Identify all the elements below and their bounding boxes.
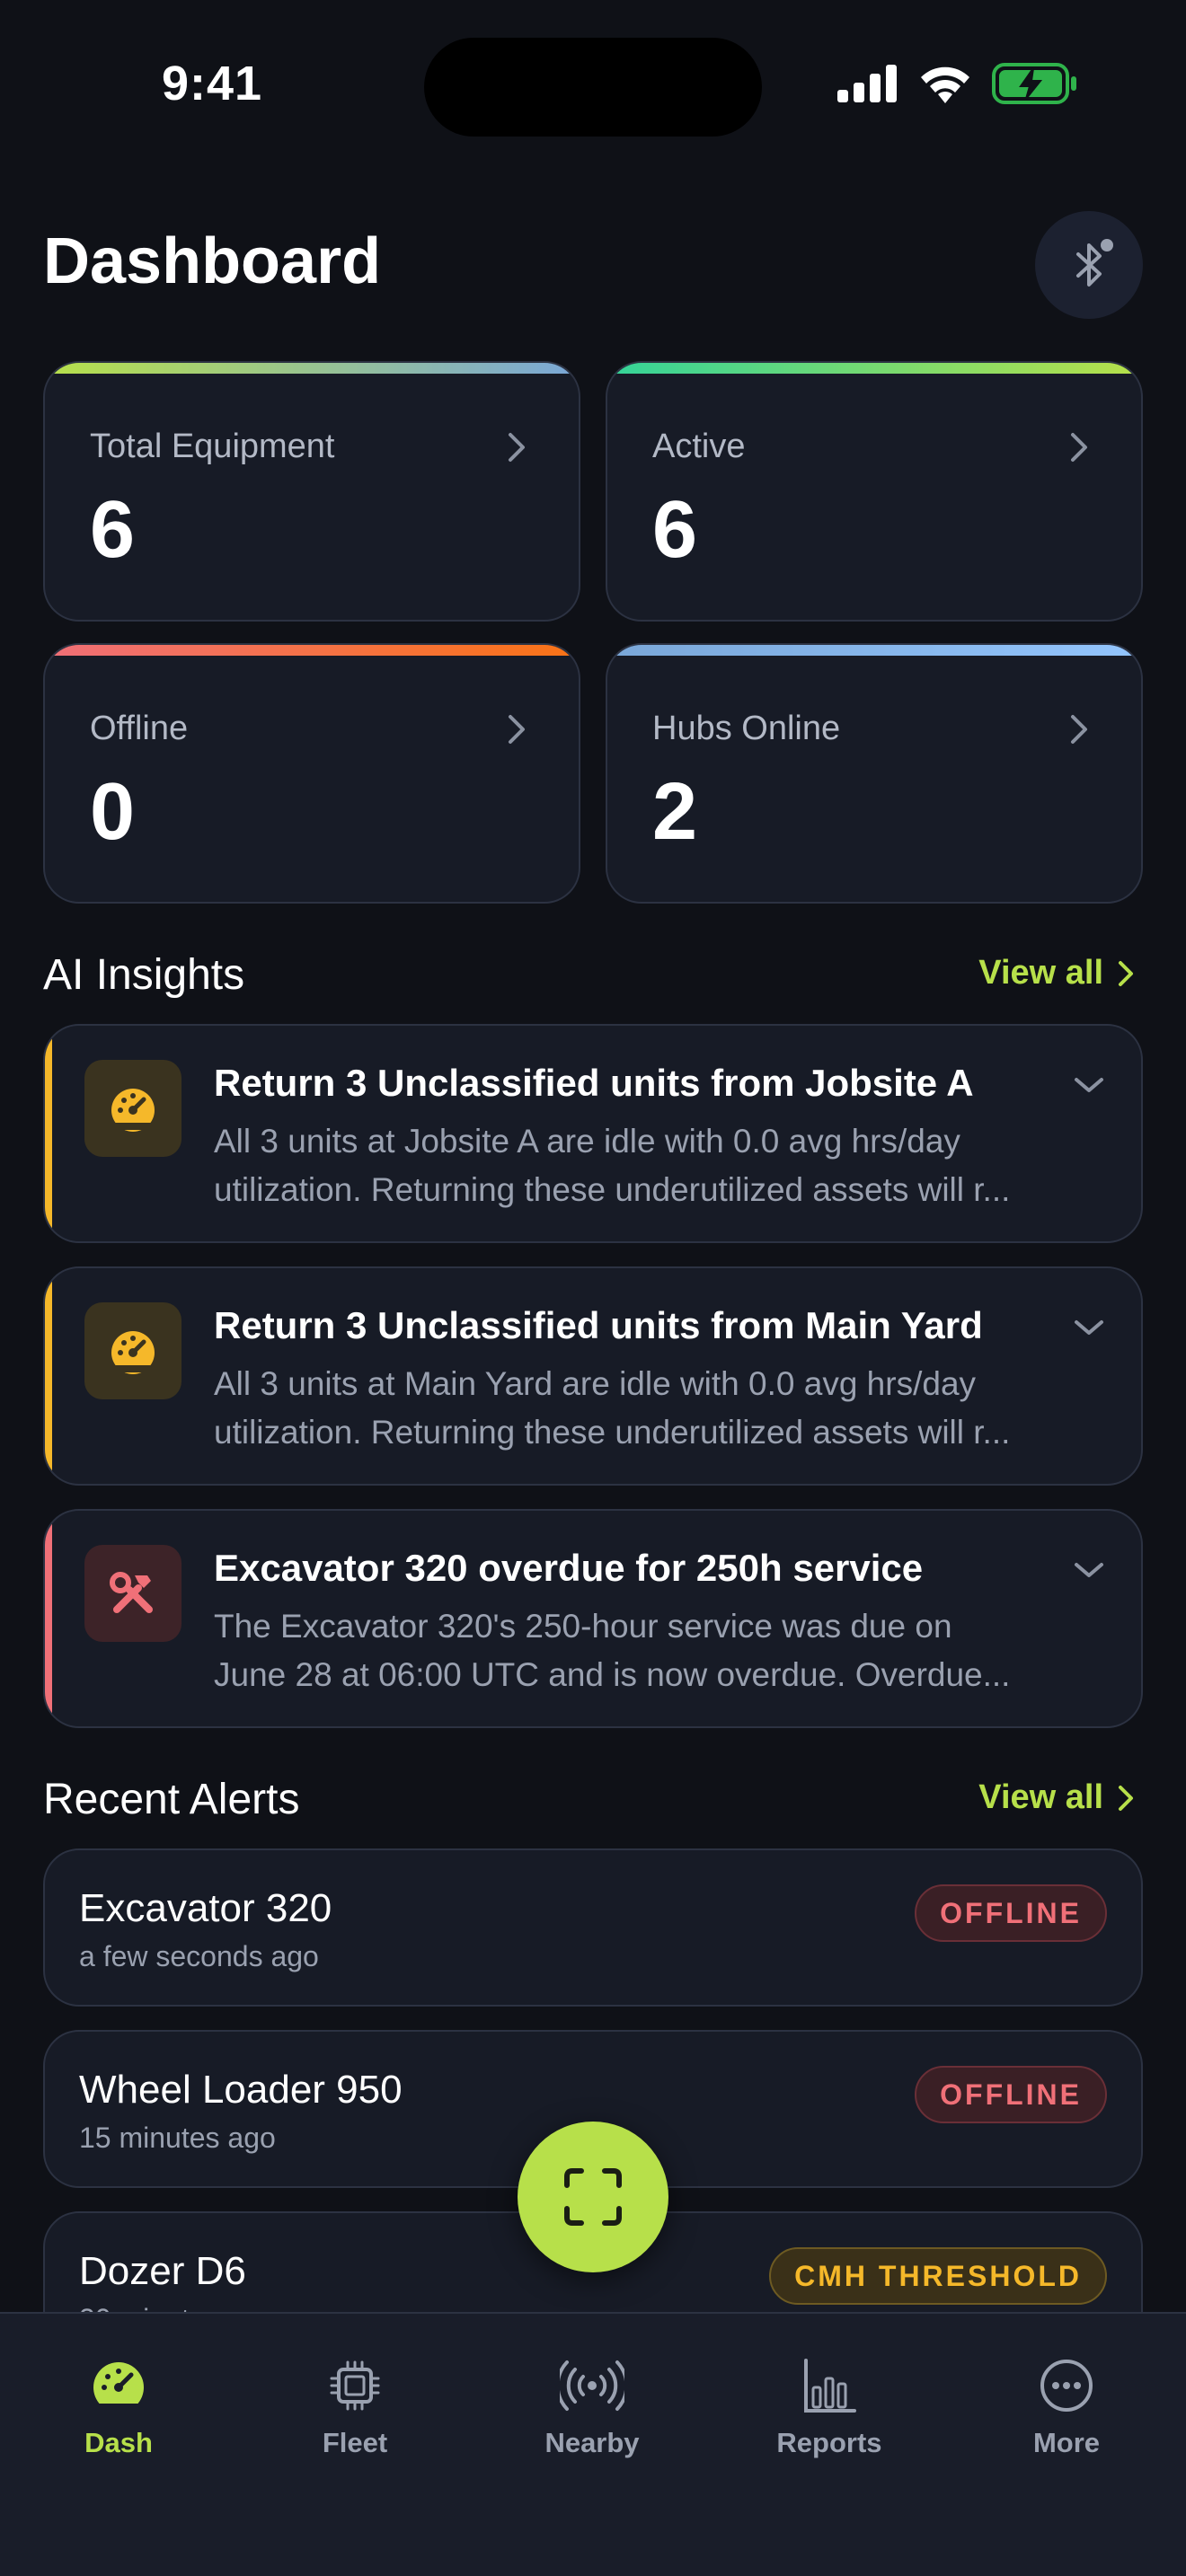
insight-title: Return 3 Unclassified units from Jobsite… <box>214 1062 974 1104</box>
insights-view-all-link[interactable]: View all <box>978 954 1136 992</box>
alert-equipment-name: Dozer D6 <box>79 2249 246 2293</box>
tab-label: Reports <box>776 2427 882 2458</box>
signal-icon <box>837 65 897 102</box>
recent-alerts-title: Recent Alerts <box>43 1776 300 1823</box>
alert-time: 15 minutes ago <box>79 2122 276 2154</box>
ai-insights-title: AI Insights <box>43 951 245 999</box>
dynamic-island <box>424 38 762 137</box>
insight-description-line: All 3 units at Jobsite A are idle with 0… <box>214 1123 960 1160</box>
insight-card[interactable]: Return 3 Unclassified units from Main Ya… <box>43 1266 1143 1486</box>
gauge-icon <box>111 1089 155 1132</box>
stat-value: 6 <box>90 485 136 575</box>
status-badge: OFFLINE <box>915 1884 1107 1942</box>
insight-description-line: utilization. Returning these underutiliz… <box>214 1171 1011 1208</box>
insight-description-line: June 28 at 06:00 UTC and is now overdue.… <box>214 1656 1011 1693</box>
battery-charging-icon <box>992 63 1076 104</box>
tab-dash[interactable]: Dash <box>29 2357 208 2459</box>
insight-title: Excavator 320 overdue for 250h service <box>214 1547 924 1589</box>
chevron-right-icon <box>509 715 525 744</box>
insight-description-line: utilization. Returning these underutiliz… <box>214 1414 1011 1451</box>
tab-label: More <box>1032 2427 1101 2458</box>
tab-fleet[interactable]: Fleet <box>265 2357 445 2459</box>
chevron-right-icon <box>1071 433 1087 462</box>
insight-description-line: All 3 units at Main Yard are idle with 0… <box>214 1365 977 1402</box>
status-badge: OFFLINE <box>915 2066 1107 2123</box>
stat-label: Active <box>652 428 746 465</box>
stat-card-accent-bar <box>607 363 1141 374</box>
scan-button[interactable] <box>518 2122 668 2272</box>
view-all-label: View all <box>978 1778 1103 1816</box>
insight-description-line: The Excavator 320's 250-hour service was… <box>214 1608 952 1645</box>
stat-value: 0 <box>90 767 136 857</box>
stat-card-total-equipment[interactable]: Total Equipment 6 <box>43 361 580 622</box>
chip-icon <box>330 2360 380 2411</box>
insight-title: Return 3 Unclassified units from Main Ya… <box>214 1304 983 1346</box>
chevron-right-icon <box>509 433 525 462</box>
stat-card-offline[interactable]: Offline 0 <box>43 643 580 904</box>
stat-label: Hubs Online <box>652 710 841 747</box>
tab-bar: Dash Fleet Nearby Reports More <box>0 2312 1186 2576</box>
view-all-label: View all <box>978 954 1103 992</box>
gauge-icon <box>111 1331 155 1374</box>
bar-chart-icon <box>804 2359 856 2413</box>
chevron-right-icon <box>1119 1785 1133 1811</box>
insight-description: All 3 units at Jobsite A are idle with 0… <box>214 1117 1112 1214</box>
tab-label: Fleet <box>322 2427 388 2458</box>
tab-more[interactable]: More <box>977 2357 1156 2459</box>
insight-description: All 3 units at Main Yard are idle with 0… <box>214 1360 1112 1457</box>
tab-reports[interactable]: Reports <box>739 2357 919 2459</box>
alerts-view-all-link[interactable]: View all <box>978 1778 1136 1817</box>
stat-card-accent-bar <box>45 363 579 374</box>
broadcast-icon <box>560 2360 624 2411</box>
insight-accent <box>45 1511 52 1726</box>
insight-description: The Excavator 320's 250-hour service was… <box>214 1602 1112 1699</box>
stat-value: 2 <box>652 767 698 857</box>
stat-value: 6 <box>652 485 698 575</box>
chevron-down-icon[interactable] <box>1073 1074 1105 1096</box>
more-icon <box>1040 2360 1093 2412</box>
chevron-right-icon <box>1119 960 1133 986</box>
stat-card-active[interactable]: Active 6 <box>606 361 1143 622</box>
bluetooth-icon <box>1076 239 1113 287</box>
stat-card-accent-bar <box>607 645 1141 656</box>
chevron-down-icon[interactable] <box>1073 1317 1105 1338</box>
wifi-icon <box>921 66 969 103</box>
scan-icon <box>564 2168 622 2226</box>
status-icons <box>837 63 1078 104</box>
insight-icon-box <box>84 1545 181 1642</box>
alert-time: a few seconds ago <box>79 1940 319 1972</box>
insight-icon-box <box>84 1302 181 1399</box>
status-time: 9:41 <box>162 57 263 110</box>
stat-card-accent-bar <box>45 645 579 656</box>
insight-icon-box <box>84 1060 181 1157</box>
insight-card[interactable]: Excavator 320 overdue for 250h service T… <box>43 1509 1143 1728</box>
chevron-right-icon <box>1071 715 1087 744</box>
chevron-down-icon[interactable] <box>1073 1559 1105 1581</box>
insight-accent <box>45 1026 52 1241</box>
wrench-hammer-icon <box>110 1572 153 1613</box>
alert-equipment-name: Wheel Loader 950 <box>79 2068 403 2112</box>
tab-label: Nearby <box>544 2427 640 2458</box>
insight-card[interactable]: Return 3 Unclassified units from Jobsite… <box>43 1024 1143 1243</box>
insight-accent <box>45 1268 52 1484</box>
status-badge: CMH THRESHOLD <box>769 2247 1107 2305</box>
stat-label: Offline <box>90 710 189 747</box>
tab-label: Dash <box>84 2427 153 2458</box>
bluetooth-button[interactable] <box>1035 211 1143 319</box>
stat-label: Total Equipment <box>90 428 335 465</box>
tab-nearby[interactable]: Nearby <box>502 2357 682 2459</box>
page-title: Dashboard <box>43 225 382 297</box>
stat-card-hubs-online[interactable]: Hubs Online 2 <box>606 643 1143 904</box>
gauge-icon <box>93 2362 144 2414</box>
alert-row[interactable]: Excavator 320 a few seconds ago OFFLINE <box>43 1848 1143 2007</box>
status-bar: 9:41 <box>0 0 1186 171</box>
alert-equipment-name: Excavator 320 <box>79 1886 332 1930</box>
